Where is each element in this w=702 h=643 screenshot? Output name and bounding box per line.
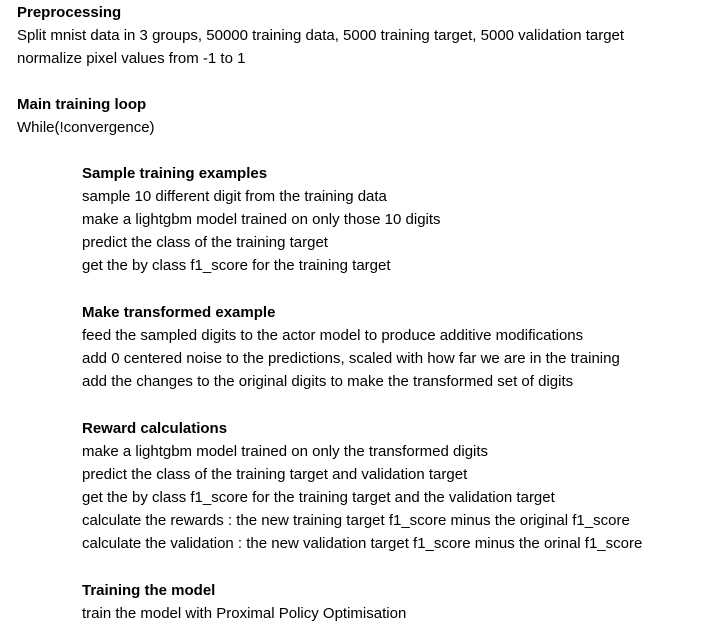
reward-calculations-line: predict the class of the training target… [82,466,468,483]
training-model-line: train the model with Proximal Policy Opt… [82,605,407,622]
transformed-example-line: feed the sampled digits to the actor mod… [82,327,584,344]
document: Preprocessing Split mnist data in 3 grou… [0,0,702,643]
reward-calculations-section: Reward calculations make a lightgbm mode… [82,417,642,555]
transformed-example-line: add the changes to the original digits t… [82,373,574,390]
sample-training-line: predict the class of the training target [82,234,328,251]
transformed-example-section: Make transformed example feed the sample… [82,301,620,393]
preprocessing-section: Preprocessing Split mnist data in 3 grou… [17,1,624,70]
sample-training-line: sample 10 different digit from the train… [82,188,387,205]
sample-training-line: get the by class f1_score for the traini… [82,257,391,274]
preprocessing-line: normalize pixel values from -1 to 1 [17,50,246,67]
reward-calculations-line: calculate the rewards : the new training… [82,512,630,529]
main-loop-section: Main training loop While(!convergence) [17,93,155,139]
training-model-section: Training the model train the model with … [82,579,406,625]
reward-calculations-heading: Reward calculations [82,420,228,437]
reward-calculations-line: get the by class f1_score for the traini… [82,489,555,506]
sample-training-section: Sample training examples sample 10 diffe… [82,162,441,277]
main-loop-heading: Main training loop [17,96,147,113]
preprocessing-line: Split mnist data in 3 groups, 50000 trai… [17,27,625,44]
sample-training-heading: Sample training examples [82,165,268,182]
reward-calculations-line: make a lightgbm model trained on only th… [82,443,489,460]
transformed-example-line: add 0 centered noise to the predictions,… [82,350,620,367]
transformed-example-heading: Make transformed example [82,304,276,321]
sample-training-line: make a lightgbm model trained on only th… [82,211,441,228]
preprocessing-heading: Preprocessing [17,4,122,21]
training-model-heading: Training the model [82,582,216,599]
main-loop-line: While(!convergence) [17,119,155,136]
reward-calculations-line: calculate the validation : the new valid… [82,535,643,552]
